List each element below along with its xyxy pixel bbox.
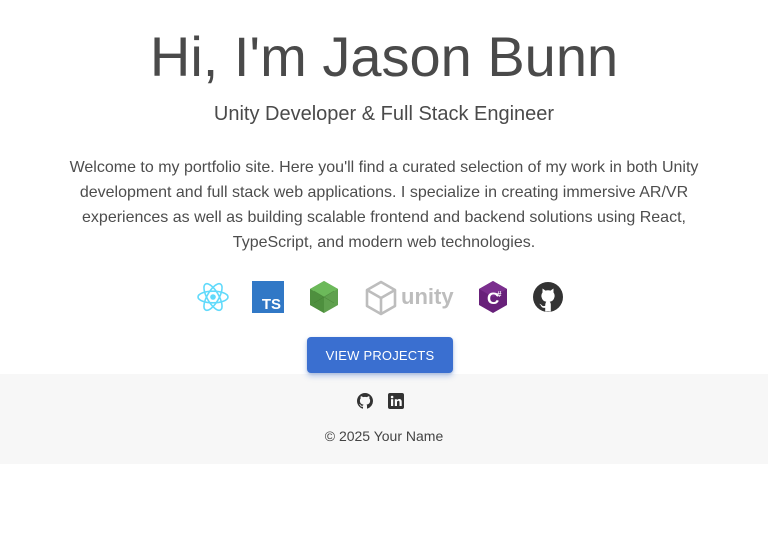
- csharp-icon: C #: [477, 278, 509, 316]
- svg-text:#: #: [497, 290, 502, 299]
- page-title: Hi, I'm Jason Bunn: [149, 25, 619, 88]
- intro-paragraph: Welcome to my portfolio site. Here you'l…: [69, 159, 699, 251]
- page-subtitle: Unity Developer & Full Stack Engineer: [213, 103, 555, 125]
- unity-icon: unity: [364, 278, 454, 316]
- github-icon: [357, 393, 373, 409]
- view-projects-button[interactable]: View Projects: [307, 337, 453, 373]
- unity-icon-label: unity: [401, 284, 454, 309]
- footer-linkedin-link[interactable]: [388, 393, 404, 409]
- footer: © 2025 Your Name: [0, 374, 768, 464]
- react-icon: [195, 278, 231, 316]
- tech-stack-icons: TS unity C #: [0, 278, 768, 316]
- typescript-icon-label: TS: [262, 296, 281, 313]
- hero-section: Hi, I'm Jason Bunn Unity Developer & Ful…: [0, 0, 768, 374]
- typescript-icon: TS: [252, 278, 284, 316]
- nodejs-icon: [308, 278, 340, 316]
- copyright-text: © 2025 Your Name: [324, 428, 444, 444]
- github-icon: [532, 278, 564, 316]
- linkedin-icon: [388, 393, 404, 409]
- footer-github-link[interactable]: [357, 393, 373, 409]
